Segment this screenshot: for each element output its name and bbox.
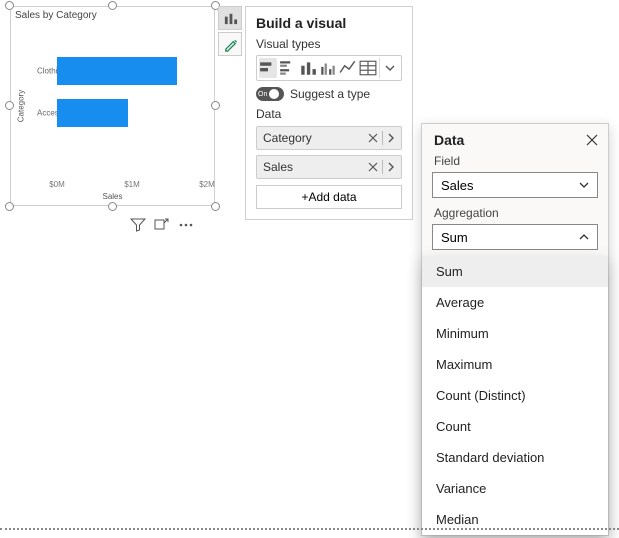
- aggregation-label: Aggregation: [422, 204, 608, 222]
- visual-type-clustered-bar[interactable]: [279, 58, 297, 78]
- build-visual-panel: Build a visual Visual types On Suggest a…: [245, 6, 413, 220]
- visual-type-line[interactable]: [339, 58, 357, 78]
- close-icon[interactable]: [586, 134, 598, 146]
- field-pill-category[interactable]: Category: [256, 126, 402, 150]
- resize-handle[interactable]: [5, 202, 14, 211]
- field-menu-icon[interactable]: [387, 133, 395, 143]
- data-popup-title: Data: [434, 132, 464, 148]
- x-tick-0: $0M: [49, 180, 65, 189]
- aggregation-option[interactable]: Standard deviation: [422, 442, 608, 473]
- aggregation-select-value: Sum: [441, 230, 468, 245]
- field-label: Field: [422, 152, 608, 170]
- visual-type-clustered-column[interactable]: [319, 58, 337, 78]
- suggest-toggle[interactable]: On: [256, 87, 284, 101]
- more-options-icon[interactable]: [178, 217, 194, 233]
- visual-types-label: Visual types: [256, 37, 402, 51]
- field-name: Sales: [263, 160, 293, 174]
- resize-handle[interactable]: [5, 1, 14, 10]
- resize-handle[interactable]: [5, 101, 14, 110]
- x-axis-title: Sales: [102, 192, 122, 201]
- aggregation-option[interactable]: Maximum: [422, 349, 608, 380]
- plot-area: Clothing Accessories: [33, 49, 210, 177]
- field-menu-icon[interactable]: [387, 162, 395, 172]
- chevron-down-icon: [579, 180, 589, 190]
- page-boundary: [0, 528, 619, 530]
- resize-handle[interactable]: [108, 1, 117, 10]
- resize-handle[interactable]: [211, 101, 220, 110]
- resize-handle[interactable]: [108, 202, 117, 211]
- visual-toolbar: [130, 217, 194, 233]
- resize-handle[interactable]: [211, 202, 220, 211]
- aggregation-option[interactable]: Minimum: [422, 318, 608, 349]
- remove-field-icon[interactable]: [368, 133, 378, 143]
- aggregation-option[interactable]: Variance: [422, 473, 608, 504]
- field-select[interactable]: Sales: [432, 172, 598, 198]
- bar-1: [57, 99, 128, 127]
- visual-type-table[interactable]: [359, 58, 377, 78]
- focus-mode-icon[interactable]: [154, 217, 170, 233]
- add-data-button[interactable]: +Add data: [256, 185, 402, 209]
- remove-field-icon[interactable]: [368, 162, 378, 172]
- chevron-up-icon: [579, 232, 589, 242]
- aggregation-select[interactable]: Sum: [432, 224, 598, 250]
- x-tick-2: $2M: [199, 180, 215, 189]
- y-axis-title: Category: [17, 90, 26, 122]
- aggregation-option[interactable]: Sum: [422, 256, 608, 287]
- aggregation-option[interactable]: Count (Distinct): [422, 380, 608, 411]
- aggregation-dropdown: SumAverageMinimumMaximumCount (Distinct)…: [422, 256, 608, 535]
- data-section-label: Data: [256, 107, 402, 121]
- divider: [382, 131, 383, 145]
- visual-types-row: [256, 55, 402, 81]
- format-visual-tab[interactable]: [218, 32, 242, 56]
- panel-title: Build a visual: [256, 15, 402, 31]
- visual-types-expand[interactable]: [379, 58, 399, 78]
- field-select-value: Sales: [441, 178, 474, 193]
- build-visual-tab[interactable]: [218, 6, 242, 30]
- filter-icon[interactable]: [130, 217, 146, 233]
- aggregation-option[interactable]: Median: [422, 504, 608, 535]
- visual-type-stacked-bar[interactable]: [259, 58, 277, 78]
- aggregation-option[interactable]: Count: [422, 411, 608, 442]
- field-name: Category: [263, 131, 312, 145]
- chart-visual[interactable]: Sales by Category Category Clothing Acce…: [10, 6, 215, 206]
- bar-0: [57, 57, 177, 85]
- aggregation-option[interactable]: Average: [422, 287, 608, 318]
- x-tick-1: $1M: [124, 180, 140, 189]
- field-pill-sales[interactable]: Sales: [256, 155, 402, 179]
- suggest-row: On Suggest a type: [256, 87, 402, 101]
- suggest-label: Suggest a type: [290, 87, 370, 101]
- visual-type-column[interactable]: [299, 58, 317, 78]
- data-popup: Data Field Sales Aggregation Sum SumAver…: [421, 123, 609, 536]
- chart-card: Sales by Category Category Clothing Acce…: [10, 6, 215, 206]
- divider: [382, 160, 383, 174]
